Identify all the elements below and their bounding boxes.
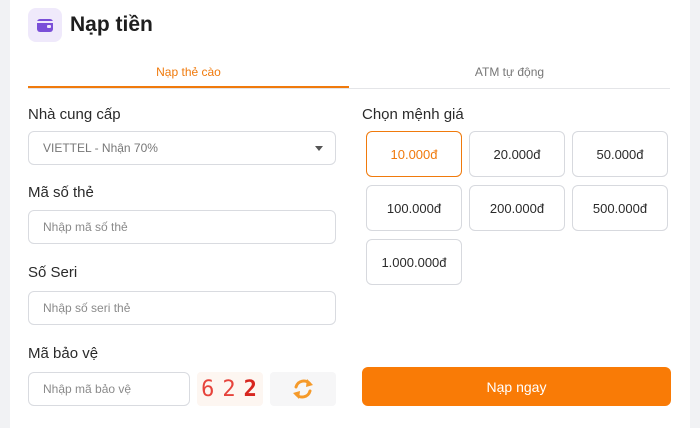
serial-input[interactable] [28, 291, 336, 325]
page-header: Nạp tiền [28, 8, 153, 42]
denomination-option[interactable]: 200.000đ [469, 185, 565, 231]
denomination-option[interactable]: 100.000đ [366, 185, 462, 231]
captcha-char: 2 [222, 376, 238, 402]
serial-label: Số Seri [28, 264, 78, 281]
denomination-option[interactable]: 10.000đ [366, 131, 462, 177]
refresh-icon [293, 379, 313, 399]
security-code-label: Mã bảo vệ [28, 345, 99, 362]
submit-topup-button[interactable]: Nạp ngay [362, 367, 671, 406]
denomination-option[interactable]: 1.000.000đ [366, 239, 462, 285]
chevron-down-icon [315, 146, 323, 151]
tab-scratch-card[interactable]: Nạp thẻ cào [28, 58, 349, 88]
security-code-input[interactable] [28, 372, 190, 406]
denomination-option[interactable]: 500.000đ [572, 185, 668, 231]
wallet-icon [28, 8, 62, 42]
provider-label: Nhà cung cấp [28, 106, 121, 123]
card-code-input[interactable] [28, 210, 336, 244]
captcha-char: 2 [243, 376, 259, 402]
provider-selected-value: VIETTEL - Nhận 70% [43, 141, 158, 155]
captcha-image: 6 2 2 [197, 372, 263, 406]
captcha-char: 6 [201, 376, 217, 402]
refresh-captcha-button[interactable] [270, 372, 336, 406]
denomination-option[interactable]: 20.000đ [469, 131, 565, 177]
card-code-label: Mã số thẻ [28, 184, 94, 201]
denomination-option[interactable]: 50.000đ [572, 131, 668, 177]
page-title: Nạp tiền [70, 13, 153, 36]
denomination-label: Chọn mệnh giá [362, 106, 464, 123]
provider-select[interactable]: VIETTEL - Nhận 70% [28, 131, 336, 165]
tab-bar: Nạp thẻ cào ATM tự động [28, 58, 670, 89]
tab-atm[interactable]: ATM tự động [349, 58, 670, 88]
